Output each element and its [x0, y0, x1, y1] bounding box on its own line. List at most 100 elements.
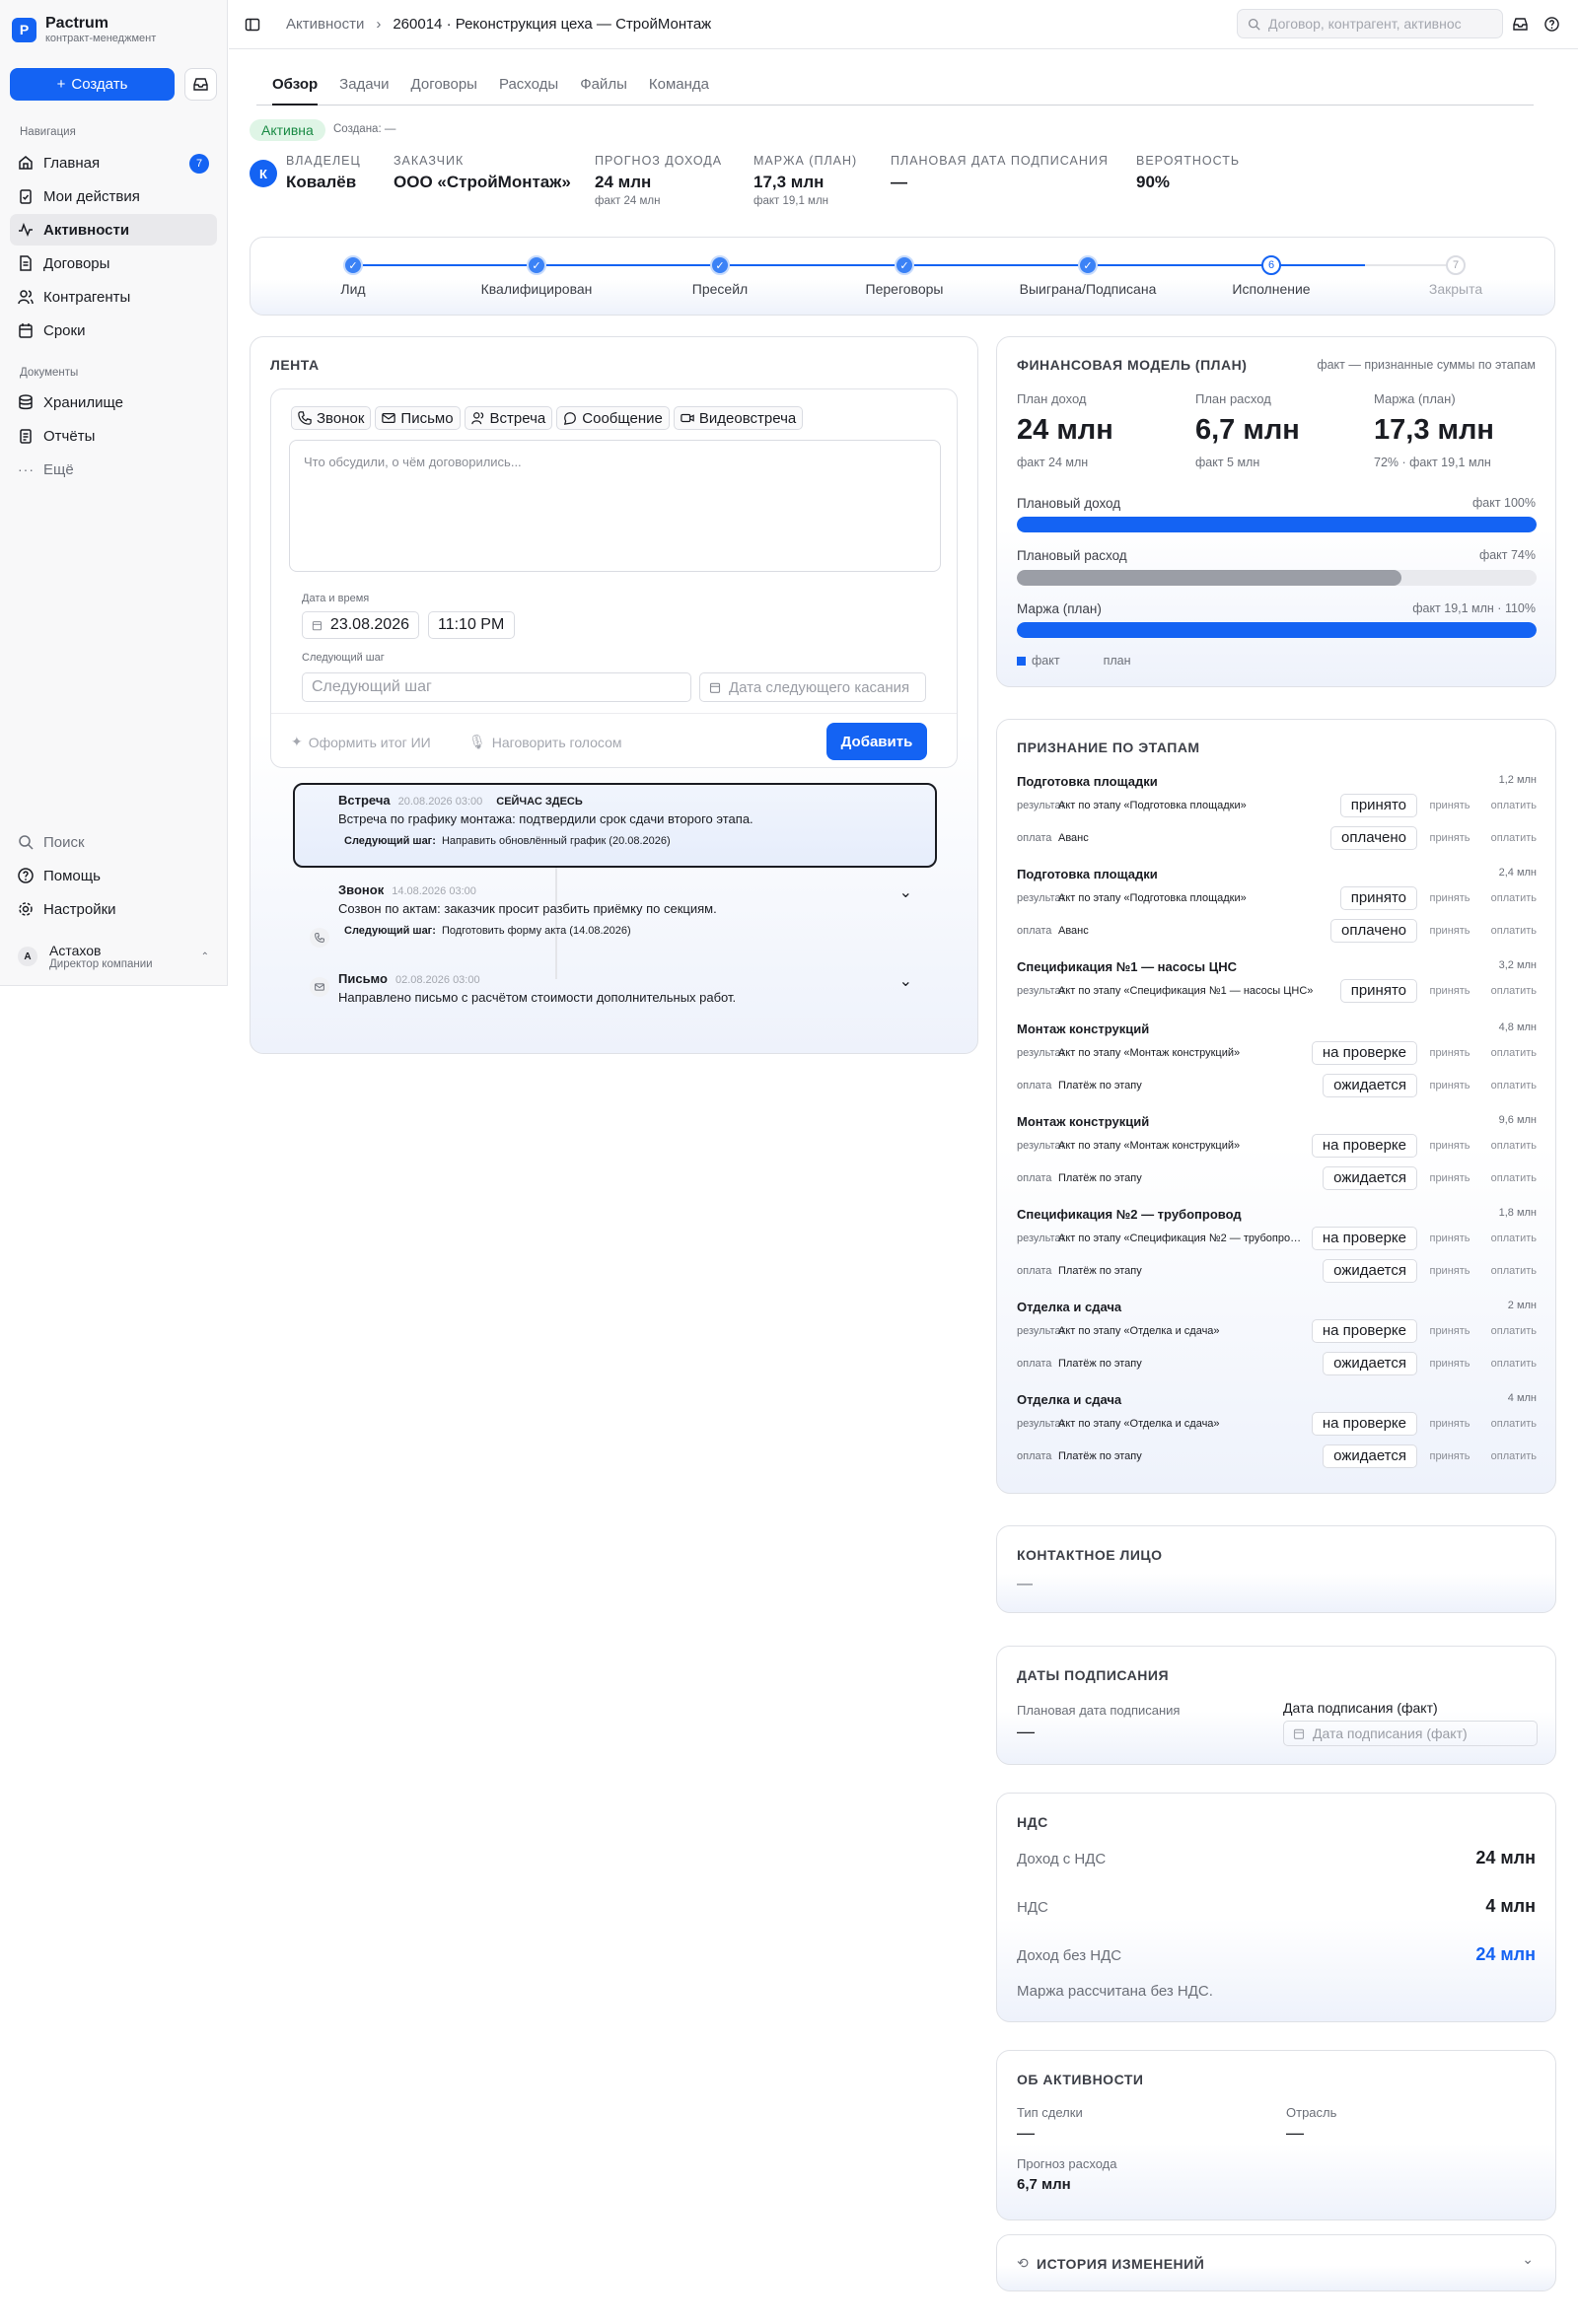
tab-contracts[interactable]: Договоры [411, 74, 477, 106]
row-document[interactable]: Аванс [1058, 832, 1330, 844]
status-select[interactable]: принято [1339, 978, 1417, 1003]
status-select[interactable]: принято [1339, 885, 1417, 910]
type-call[interactable]: Звонок [291, 406, 372, 430]
timeline-event[interactable]: Письмо 02.08.2026 03:00 Направлено письмо… [338, 971, 940, 1005]
stage-dot[interactable]: ✓ [710, 255, 730, 275]
row-document[interactable]: Акт по этапу «Спецификация №1 — насосы Ц… [1058, 985, 1340, 997]
accept-button[interactable]: принять [1417, 1140, 1482, 1152]
sidebar-item-storage[interactable]: Хранилище [10, 387, 217, 418]
sidebar-help[interactable]: Помощь [10, 860, 217, 891]
tab-files[interactable]: Файлы [580, 74, 627, 106]
voice-button[interactable]: 🎙 Наговорить голосом [468, 734, 622, 750]
sidebar-settings[interactable]: Настройки [10, 893, 217, 925]
type-video[interactable]: Видеовстреча [673, 406, 804, 430]
sidebar-item-my-actions[interactable]: Мои действия [10, 180, 217, 212]
next-step-input[interactable]: Следующий шаг [302, 672, 691, 702]
pay-button[interactable]: оплатить [1482, 1450, 1537, 1462]
sidebar-search[interactable]: Поиск [10, 826, 217, 858]
accept-button[interactable]: принять [1417, 925, 1482, 937]
sidebar-item-deadlines[interactable]: Сроки [10, 315, 217, 346]
pay-button[interactable]: оплатить [1482, 1047, 1537, 1059]
row-document[interactable]: Акт по этапу «Отделка и сдача» [1058, 1418, 1312, 1430]
tab-expenses[interactable]: Расходы [499, 74, 558, 106]
accept-button[interactable]: принять [1417, 985, 1482, 997]
pay-button[interactable]: оплатить [1482, 925, 1537, 937]
row-document[interactable]: Платёж по этапу [1058, 1265, 1323, 1277]
chevron-down-icon[interactable]: ⌄ [899, 971, 912, 991]
row-document[interactable]: Платёж по этапу [1058, 1358, 1323, 1370]
status-select[interactable]: ожидается [1323, 1073, 1417, 1097]
row-document[interactable]: Акт по этапу «Подготовка площадки» [1058, 800, 1340, 811]
pay-button[interactable]: оплатить [1482, 892, 1537, 904]
search-input[interactable]: Договор, контрагент, активнос [1237, 9, 1503, 38]
fact-date-input[interactable]: Дата подписания (факт) [1283, 1721, 1538, 1746]
pay-button[interactable]: оплатить [1482, 1140, 1537, 1152]
stage-dot[interactable]: ✓ [527, 255, 546, 275]
chevron-down-icon[interactable]: ⌄ [1522, 2251, 1534, 2268]
add-button[interactable]: Добавить [826, 723, 927, 760]
sidebar-item-reports[interactable]: Отчёты [10, 420, 217, 452]
history-card[interactable]: ⟲ ИСТОРИЯ ИЗМЕНЕНИЙ ⌄ [996, 2234, 1556, 2291]
pay-button[interactable]: оплатить [1482, 1325, 1537, 1337]
row-document[interactable]: Акт по этапу «Отделка и сдача» [1058, 1325, 1312, 1337]
accept-button[interactable]: принять [1417, 1265, 1482, 1277]
status-select[interactable]: принято [1339, 793, 1417, 817]
status-select[interactable]: ожидается [1323, 1258, 1417, 1283]
type-meeting[interactable]: Встреча [464, 406, 553, 430]
sidebar-item-counterparties[interactable]: Контрагенты [10, 281, 217, 313]
accept-button[interactable]: принять [1417, 832, 1482, 844]
status-select[interactable]: на проверке [1311, 1411, 1417, 1436]
pay-button[interactable]: оплатить [1482, 1172, 1537, 1184]
tab-team[interactable]: Команда [649, 74, 709, 106]
row-document[interactable]: Платёж по этапу [1058, 1172, 1323, 1184]
pay-button[interactable]: оплатить [1482, 1080, 1537, 1092]
pay-button[interactable]: оплатить [1482, 1232, 1537, 1244]
stage-dot[interactable]: 7 [1446, 255, 1466, 275]
sidebar-item-contracts[interactable]: Договоры [10, 247, 217, 279]
accept-button[interactable]: принять [1417, 1232, 1482, 1244]
accept-button[interactable]: принять [1417, 1418, 1482, 1430]
stage-dot[interactable]: ✓ [1078, 255, 1098, 275]
breadcrumb-root[interactable]: Активности [286, 16, 364, 33]
pay-button[interactable]: оплатить [1482, 1358, 1537, 1370]
inbox-button[interactable] [184, 68, 217, 101]
accept-button[interactable]: принять [1417, 1450, 1482, 1462]
user-menu[interactable]: А Астахов Директор компании ⌃ [10, 937, 219, 976]
row-document[interactable]: Платёж по этапу [1058, 1450, 1323, 1462]
row-document[interactable]: Аванс [1058, 925, 1330, 937]
accept-button[interactable]: принять [1417, 1358, 1482, 1370]
pay-button[interactable]: оплатить [1482, 1265, 1537, 1277]
accept-button[interactable]: принять [1417, 892, 1482, 904]
field-value[interactable]: ООО «СтройМонтаж» [394, 173, 571, 192]
pay-button[interactable]: оплатить [1482, 832, 1537, 844]
sidebar-item-more[interactable]: ··· Ещё [10, 454, 217, 485]
summary-textarea[interactable]: Что обсудили, о чём договорились... [289, 440, 941, 572]
next-touch-date-input[interactable]: Дата следующего касания [699, 672, 926, 702]
status-select[interactable]: на проверке [1311, 1226, 1417, 1250]
row-document[interactable]: Акт по этапу «Монтаж конструкций» [1058, 1047, 1312, 1059]
accept-button[interactable]: принять [1417, 1325, 1482, 1337]
pay-button[interactable]: оплатить [1482, 800, 1537, 811]
status-select[interactable]: ожидается [1323, 1165, 1417, 1190]
stage-dot[interactable]: ✓ [895, 255, 914, 275]
status-select[interactable]: ожидается [1323, 1444, 1417, 1468]
row-document[interactable]: Акт по этапу «Подготовка площадки» [1058, 892, 1340, 904]
row-document[interactable]: Акт по этапу «Спецификация №2 — трубопро… [1058, 1232, 1312, 1244]
date-input[interactable]: 23.08.2026 [302, 611, 419, 639]
sidebar-item-activities[interactable]: Активности [10, 214, 217, 246]
row-document[interactable]: Акт по этапу «Монтаж конструкций» [1058, 1140, 1312, 1152]
row-document[interactable]: Платёж по этапу [1058, 1080, 1323, 1092]
type-message[interactable]: Сообщение [556, 406, 670, 430]
status-select[interactable]: оплачено [1329, 825, 1417, 850]
time-input[interactable]: 11:10 PM [428, 611, 515, 639]
status-select[interactable]: на проверке [1311, 1318, 1417, 1343]
sidebar-toggle-icon[interactable] [245, 17, 260, 33]
pay-button[interactable]: оплатить [1482, 985, 1537, 997]
accept-button[interactable]: принять [1417, 1080, 1482, 1092]
inbox-icon[interactable] [1513, 18, 1528, 31]
chevron-down-icon[interactable]: ⌄ [899, 882, 912, 902]
status-select[interactable]: на проверке [1311, 1133, 1417, 1158]
stage-dot[interactable]: ✓ [343, 255, 363, 275]
tab-tasks[interactable]: Задачи [339, 74, 389, 106]
stage-dot[interactable]: 6 [1261, 255, 1281, 275]
